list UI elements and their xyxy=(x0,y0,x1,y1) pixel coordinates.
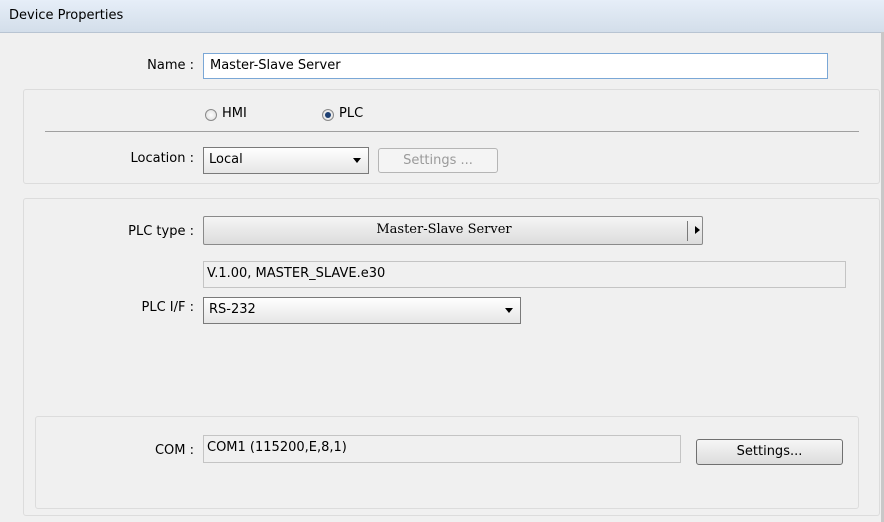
plc-radio-label: PLC xyxy=(339,106,364,121)
chevron-down-icon xyxy=(353,158,361,163)
plc-type-value: Master-Slave Server xyxy=(376,222,512,237)
plc-radio[interactable] xyxy=(322,109,334,121)
plc-version-field: V.1.00, MASTER_SLAVE.e30 xyxy=(203,261,846,288)
chevron-right-icon xyxy=(695,226,700,234)
hmi-radio[interactable] xyxy=(205,109,217,121)
location-dropdown[interactable]: Local xyxy=(203,147,369,174)
plc-if-label: PLC I/F : xyxy=(141,300,195,315)
plc-type-selector-button[interactable]: Master-Slave Server xyxy=(203,216,703,245)
name-label: Name : xyxy=(147,58,194,73)
location-label: Location : xyxy=(130,151,195,166)
plc-type-label: PLC type : xyxy=(128,224,194,239)
chevron-down-icon xyxy=(505,308,513,313)
plc-if-dropdown[interactable]: RS-232 xyxy=(203,297,521,324)
location-value: Local xyxy=(209,152,243,167)
window-title: Device Properties xyxy=(9,8,124,23)
plc-if-value: RS-232 xyxy=(209,302,256,317)
selector-separator xyxy=(687,221,688,241)
name-input[interactable]: Master-Slave Server xyxy=(203,53,828,79)
location-settings-button[interactable]: Settings ... xyxy=(378,148,498,173)
group-divider xyxy=(45,131,859,132)
com-label: COM : xyxy=(154,443,194,458)
hmi-radio-label: HMI xyxy=(222,106,247,121)
com-value-field: COM1 (115200,E,8,1) xyxy=(203,435,681,463)
title-bar: Device Properties xyxy=(0,0,884,33)
com-settings-button[interactable]: Settings... xyxy=(696,439,843,465)
